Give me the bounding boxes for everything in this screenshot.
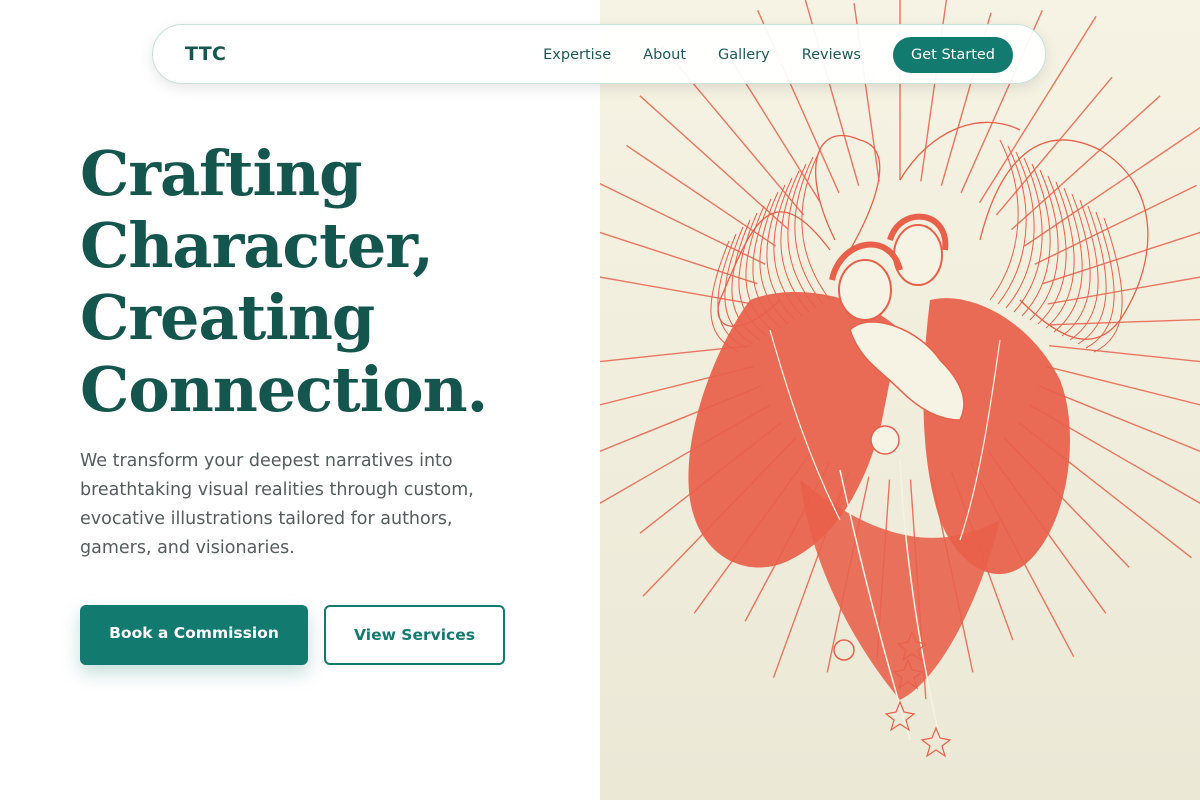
nav-link-about[interactable]: About: [643, 47, 686, 63]
book-commission-button[interactable]: Book a Commission: [80, 605, 308, 665]
logo[interactable]: TTC: [185, 43, 226, 65]
nav-link-expertise[interactable]: Expertise: [543, 47, 611, 63]
nav-links: Expertise About Gallery Reviews Get Star…: [543, 37, 1013, 73]
hero-title-line: Crafting: [80, 137, 362, 210]
get-started-button[interactable]: Get Started: [893, 37, 1013, 73]
hero-title-line: Character,: [80, 209, 434, 282]
hero-description: We transform your deepest narratives int…: [80, 451, 474, 558]
nav-link-reviews[interactable]: Reviews: [802, 47, 861, 63]
navbar: TTC Expertise About Gallery Reviews Get …: [152, 24, 1046, 84]
hero-title: Crafting Character, Creating Connection.: [80, 138, 600, 426]
hero-title-line: Creating: [80, 281, 375, 354]
nav-link-gallery[interactable]: Gallery: [718, 47, 770, 63]
hero-illustration: [600, 0, 1200, 800]
view-services-button[interactable]: View Services: [324, 605, 505, 665]
hero-title-line: Connection.: [80, 353, 488, 426]
